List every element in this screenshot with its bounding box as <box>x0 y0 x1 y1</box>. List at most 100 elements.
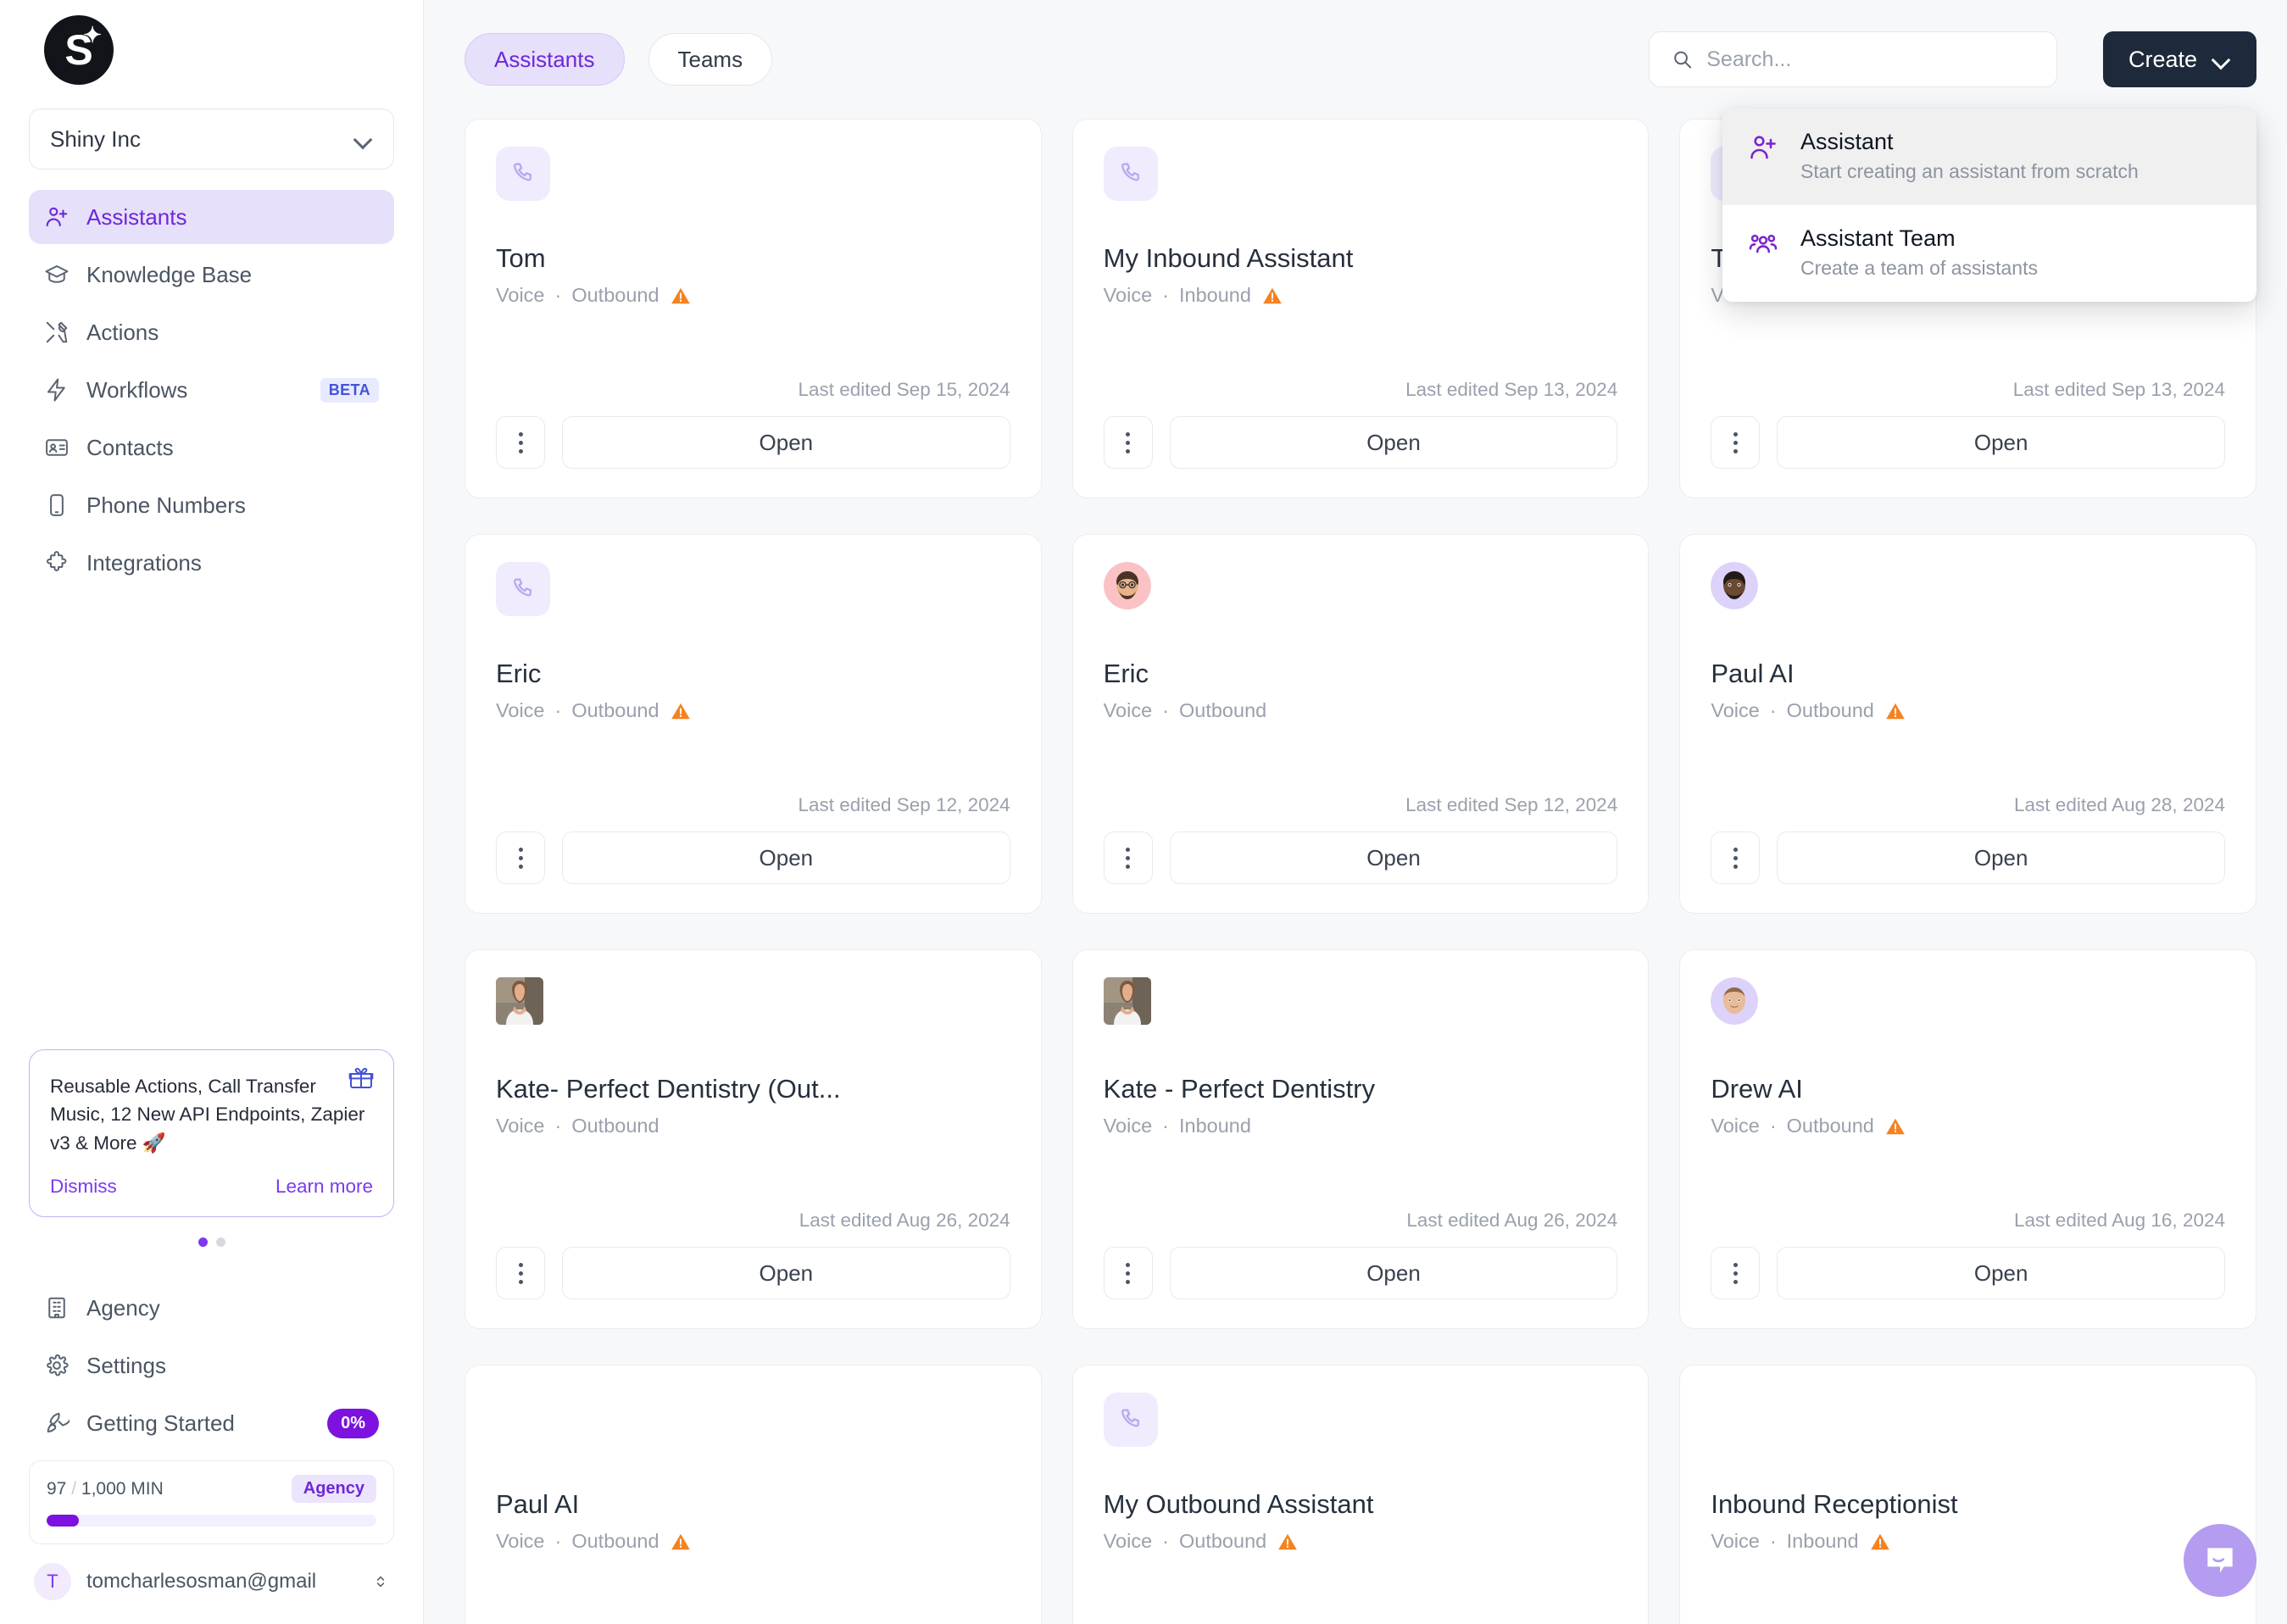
phone-device-icon <box>50 494 64 516</box>
usage-total: 1,000 MIN <box>81 1478 164 1499</box>
create-menu-item-assistant-team[interactable]: Assistant Team Create a team of assistan… <box>1722 205 2256 302</box>
create-button[interactable]: Create <box>2102 31 2256 87</box>
sidebar-item-actions[interactable]: Actions <box>29 305 394 359</box>
assistant-card[interactable]: Eric Voice · Outbound Last edited Sep 12, 20… <box>1071 534 1650 914</box>
card-meta-part: · <box>554 699 562 721</box>
card-spacer <box>1711 722 2225 794</box>
card-spacer <box>1104 722 1618 794</box>
tab-assistants[interactable]: Assistants <box>465 33 625 86</box>
promo-dismiss-button[interactable]: Dismiss <box>50 1176 117 1198</box>
search-box[interactable] <box>1648 31 2057 87</box>
card-more-options-button[interactable] <box>1103 1247 1153 1299</box>
sidebar-item-label: Workflows <box>86 376 188 403</box>
card-open-button[interactable]: Open <box>562 416 1010 469</box>
avatar: T <box>34 1563 71 1600</box>
card-more-options-button[interactable] <box>1711 1247 1761 1299</box>
assistant-card[interactable]: Paul AI Voice · Outbound Last edited Aug 28,… <box>1679 534 2256 914</box>
card-more-options-button[interactable] <box>1711 416 1761 469</box>
card-open-button[interactable]: Open <box>562 1247 1010 1299</box>
card-meta-part: Voice <box>496 284 545 306</box>
usage-text: 97 / 1,000 MIN <box>47 1479 164 1499</box>
assistant-card[interactable]: My Inbound Assistant Voice · Inbound Last ed… <box>1071 119 1650 498</box>
sidebar-item-agency[interactable]: Agency <box>29 1281 394 1335</box>
assistant-card[interactable]: Tom Voice · Outbound Last edited Sep 15, 202… <box>465 119 1042 498</box>
tab-label: Assistants <box>494 46 595 72</box>
user-plus-icon <box>1750 136 1776 159</box>
card-open-button[interactable]: Open <box>1777 416 2225 469</box>
card-more-options-button[interactable] <box>1103 416 1153 469</box>
card-meta: Voice · Outbound <box>496 1115 1010 1137</box>
card-more-options-button[interactable] <box>1103 831 1153 884</box>
brand-logo[interactable]: S ✦ <box>44 15 114 85</box>
card-title: My Inbound Assistant <box>1103 243 1354 273</box>
user-account-row[interactable]: T tomcharlesosman@gmail <box>29 1544 394 1624</box>
card-meta-part: · <box>1162 284 1169 306</box>
carousel-dot[interactable] <box>215 1237 225 1247</box>
sidebar-item-settings[interactable]: Settings <box>29 1338 394 1393</box>
brand-logo-wrap: S ✦ <box>29 0 394 92</box>
assistant-card[interactable]: Drew AI Voice · Outbound Last edited Aug 16,… <box>1679 949 2256 1329</box>
kebab-menu-icon <box>518 847 523 869</box>
create-menu-item-assistant[interactable]: Assistant Start creating an assistant fr… <box>1722 108 2256 205</box>
card-meta: Voice · Inbound <box>1104 1115 1618 1137</box>
card-meta-part: · <box>1162 699 1169 721</box>
card-more-options-button[interactable] <box>496 416 545 469</box>
assistant-card[interactable]: Inbound ReceptionistVoice·InboundLast ed… <box>1679 1365 2256 1624</box>
card-open-button[interactable]: Open <box>1777 1247 2225 1299</box>
sidebar-item-assistants[interactable]: Assistants <box>29 190 394 244</box>
card-meta-part: Voice <box>1103 699 1153 721</box>
app-root: S ✦ Shiny Inc Assistants Knowledge Base … <box>0 0 2287 1624</box>
card-spacer <box>496 1137 1010 1210</box>
card-title: Eric <box>1103 659 1149 688</box>
card-actions: Open <box>1711 831 2225 884</box>
sidebar-item-knowledge-base[interactable]: Knowledge Base <box>29 247 394 302</box>
card-open-button[interactable]: Open <box>1169 831 1618 884</box>
promo-learn-more-link[interactable]: Learn more <box>275 1176 373 1198</box>
card-open-button[interactable]: Open <box>1777 831 2225 884</box>
assistant-card[interactable]: Eric Voice · Outbound Last edited Sep 12, 20… <box>465 534 1042 914</box>
card-meta-part: Voice <box>496 1115 545 1137</box>
card-more-options-button[interactable] <box>496 831 545 884</box>
chat-widget-button[interactable] <box>2184 1524 2256 1597</box>
graduation-cap-icon <box>45 265 69 283</box>
sidebar-item-phone-numbers[interactable]: Phone Numbers <box>29 478 394 532</box>
card-avatar-slot <box>496 147 1010 201</box>
assistant-card[interactable]: Kate- Perfect Dentistry (Out... Voice · Out… <box>465 949 1042 1329</box>
tab-label: Teams <box>677 46 743 72</box>
usage-used: 97 <box>47 1478 67 1499</box>
card-more-options-button[interactable] <box>1711 831 1761 884</box>
card-avatar-slot <box>1103 147 1618 201</box>
assistant-card[interactable]: Paul AIVoice·OutboundLast edited Aug 15,… <box>465 1365 1042 1624</box>
sidebar-item-contacts[interactable]: Contacts <box>29 420 394 475</box>
card-open-button[interactable]: Open <box>1169 416 1618 469</box>
sidebar-item-getting-started[interactable]: Getting Started 0% <box>29 1396 394 1450</box>
promo-card: Reusable Actions, Call Transfer Music, 1… <box>29 1049 394 1217</box>
carousel-dot-active[interactable] <box>198 1237 208 1247</box>
tools-icon <box>46 321 68 343</box>
card-actions: Open <box>1711 416 2225 469</box>
card-spacer <box>1711 307 2225 379</box>
card-meta-part: Voice <box>1711 1530 1760 1552</box>
card-meta: Voice · Outbound <box>496 699 1010 722</box>
card-open-button[interactable]: Open <box>1169 1247 1618 1299</box>
card-open-button[interactable]: Open <box>562 831 1010 884</box>
promo-carousel-dots <box>29 1237 394 1247</box>
search-input[interactable] <box>1706 47 2034 72</box>
avatar <box>1711 562 1759 609</box>
create-menu-item-title: Assistant <box>1800 129 1894 154</box>
card-actions: Open <box>496 831 1010 884</box>
card-avatar-slot <box>1103 977 1618 1032</box>
sidebar-item-workflows[interactable]: Workflows BETA <box>29 363 394 417</box>
assistant-card[interactable]: Kate - Perfect Dentistry Voice · Inbound Las… <box>1071 949 1650 1329</box>
sidebar: S ✦ Shiny Inc Assistants Knowledge Base … <box>0 0 424 1624</box>
puzzle-icon <box>47 551 67 571</box>
tab-teams[interactable]: Teams <box>648 33 773 86</box>
usage-separator: / <box>71 1478 77 1499</box>
card-more-options-button[interactable] <box>496 1247 545 1299</box>
org-switcher[interactable]: Shiny Inc <box>29 108 394 170</box>
rocket-icon <box>47 1412 70 1432</box>
kebab-menu-icon <box>1126 431 1131 453</box>
warning-icon <box>1263 287 1282 303</box>
sidebar-item-integrations[interactable]: Integrations <box>29 536 394 590</box>
assistant-card[interactable]: My Outbound AssistantVoice·OutboundLast … <box>1071 1365 1650 1624</box>
